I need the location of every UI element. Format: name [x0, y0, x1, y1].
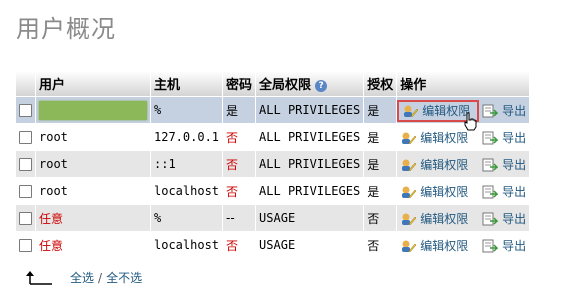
password-cell: 否 — [222, 150, 257, 178]
row-checkbox[interactable] — [19, 239, 32, 252]
privileges-cell: ALL PRIVILEGES — [255, 123, 365, 151]
export-link[interactable]: 导出 — [502, 131, 526, 145]
host-cell: localhost — [149, 231, 224, 259]
row-checkbox[interactable] — [19, 185, 32, 198]
edit-privileges-link[interactable]: 编辑权限 — [420, 158, 468, 172]
export-link[interactable]: 导出 — [502, 104, 526, 118]
edit-user-icon — [402, 186, 417, 199]
help-icon[interactable]: ? — [315, 79, 328, 92]
select-none-link[interactable]: 全不选 — [106, 271, 142, 285]
header-actions: 操作 — [396, 71, 531, 97]
grant-cell: 否 — [363, 204, 398, 232]
row-checkbox[interactable] — [19, 158, 32, 171]
host-cell: % — [149, 204, 224, 232]
grant-cell: 是 — [363, 177, 398, 205]
edit-privileges-link[interactable]: 编辑权限 — [420, 131, 468, 145]
grant-cell: 是 — [363, 150, 398, 178]
row-checkbox-cell — [15, 231, 36, 259]
redacted-username — [39, 100, 147, 120]
table-row[interactable]: root ::1 否 ALL PRIVILEGES 是 编辑权限 导出 — [15, 150, 531, 178]
users-table: 用户 主机 密码 全局权限? 授权 操作 % 是 ALL PRIVILEGES … — [15, 71, 531, 259]
export-link[interactable]: 导出 — [502, 239, 526, 253]
table-header-row: 用户 主机 密码 全局权限? 授权 操作 — [15, 71, 531, 97]
table-row[interactable]: root 127.0.0.1 否 ALL PRIVILEGES 是 编辑权限 导… — [15, 123, 531, 151]
header-checkbox-col — [15, 71, 36, 97]
host-cell: 127.0.0.1 — [149, 123, 224, 151]
password-cell: -- — [222, 204, 257, 232]
export-icon — [482, 131, 499, 145]
export-link[interactable]: 导出 — [502, 158, 526, 172]
actions-cell: 编辑权限 导出 — [396, 150, 531, 178]
row-checkbox-cell — [15, 177, 36, 205]
export-link[interactable]: 导出 — [502, 212, 526, 226]
grant-cell: 是 — [363, 123, 398, 151]
actions-cell: 编辑权限 导出 — [396, 204, 531, 232]
password-cell: 否 — [222, 231, 257, 259]
header-user[interactable]: 用户 — [35, 71, 151, 97]
footer-selection: 全选 / 全不选 — [70, 269, 142, 286]
page-title: 用户概况 — [16, 15, 116, 43]
privileges-cell: ALL PRIVILEGES — [255, 150, 365, 178]
row-checkbox-cell — [15, 204, 36, 232]
privileges-cell: ALL PRIVILEGES — [255, 177, 365, 205]
header-privileges-label: 全局权限 — [259, 78, 312, 93]
user-cell: root — [35, 123, 151, 151]
edit-user-icon — [402, 132, 417, 145]
user-cell: root — [35, 150, 151, 178]
edit-user-icon — [402, 159, 417, 172]
user-cell: root — [35, 177, 151, 205]
row-checkbox[interactable] — [19, 212, 32, 225]
password-cell: 是 — [222, 96, 257, 124]
row-checkbox-cell — [15, 123, 36, 151]
row-checkbox-cell — [15, 96, 36, 124]
header-password: 密码 — [222, 71, 257, 97]
edit-user-icon — [402, 213, 417, 226]
privileges-cell: USAGE — [255, 204, 365, 232]
header-grant: 授权 — [363, 71, 398, 97]
edit-privileges-link[interactable]: 编辑权限 — [420, 185, 468, 199]
edit-privileges-link[interactable]: 编辑权限 — [420, 239, 468, 253]
actions-cell: 编辑权限 导出 — [396, 231, 531, 259]
export-link[interactable]: 导出 — [502, 185, 526, 199]
privileges-cell: USAGE — [255, 231, 365, 259]
table-row[interactable]: % 是 ALL PRIVILEGES 是 编辑权限 导出 — [15, 96, 531, 124]
edit-privileges-link[interactable]: 编辑权限 — [420, 212, 468, 226]
table-row[interactable]: root localhost 否 ALL PRIVILEGES 是 编辑权限 导… — [15, 177, 531, 205]
host-cell: localhost — [149, 177, 224, 205]
select-all-link[interactable]: 全选 — [70, 271, 94, 285]
actions-cell: 编辑权限 导出 — [396, 177, 531, 205]
password-cell: 否 — [222, 177, 257, 205]
password-cell: 否 — [222, 123, 257, 151]
host-cell: ::1 — [149, 150, 224, 178]
table-row[interactable]: 任意 % -- USAGE 否 编辑权限 导出 — [15, 204, 531, 232]
export-icon — [482, 212, 499, 226]
export-icon — [482, 158, 499, 172]
user-cell: 任意 — [35, 204, 151, 232]
host-cell: % — [149, 96, 224, 124]
row-checkbox[interactable] — [19, 104, 32, 117]
row-checkbox-cell — [15, 150, 36, 178]
user-cell — [35, 96, 151, 124]
export-icon — [482, 239, 499, 253]
grant-cell: 是 — [363, 96, 398, 124]
header-host[interactable]: 主机 — [149, 71, 224, 97]
grant-cell: 否 — [363, 231, 398, 259]
export-icon — [482, 185, 499, 199]
edit-user-icon — [404, 105, 419, 118]
arrow-up-left-icon — [26, 271, 52, 285]
separator: / — [98, 271, 103, 285]
export-icon — [482, 104, 499, 118]
table-row[interactable]: 任意 localhost 否 USAGE 否 编辑权限 导出 — [15, 231, 531, 259]
header-privileges: 全局权限? — [255, 71, 365, 97]
user-cell: 任意 — [35, 231, 151, 259]
privileges-cell: ALL PRIVILEGES — [255, 96, 365, 124]
row-checkbox[interactable] — [19, 131, 32, 144]
edit-user-icon — [402, 240, 417, 253]
hand-cursor-icon — [464, 112, 477, 131]
